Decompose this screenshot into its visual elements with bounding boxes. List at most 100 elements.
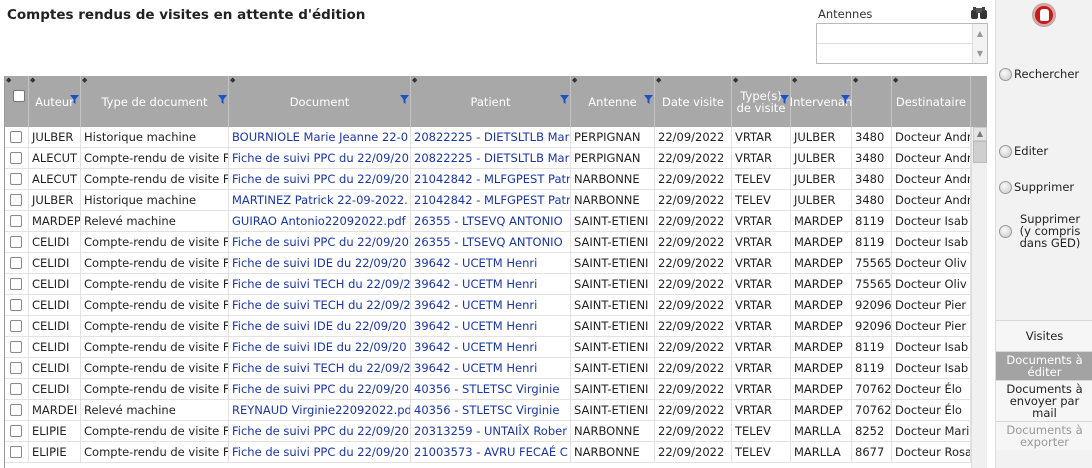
cell-document[interactable]: MARTINEZ Patrick 22-09-2022. (229, 190, 411, 211)
cell-document[interactable]: BOURNIOLE Marie Jeanne 22-0 (229, 127, 411, 148)
column-header-auteur[interactable]: Auteur ◆ (29, 76, 81, 127)
stop-icon[interactable] (1033, 4, 1055, 26)
sort-icon[interactable]: ◆ (893, 77, 898, 84)
table-row[interactable]: ELIPIE Compte-rendu de visite F Fiche de s… (5, 442, 971, 463)
column-header-destinataire[interactable]: Destinataire ◆ (892, 76, 971, 127)
filter-icon[interactable] (70, 95, 79, 104)
table-row[interactable]: MARDEI Relevé machine REYNAUD Virginie2209… (5, 400, 971, 421)
filter-icon[interactable] (218, 95, 227, 104)
row-checkbox[interactable] (10, 194, 22, 206)
nav-visites[interactable]: Visites (996, 320, 1092, 351)
cell-patient[interactable]: 26355 - LTSEVQ ANTONIO (411, 232, 571, 253)
sort-icon[interactable]: ◆ (82, 77, 87, 84)
scroll-up-icon[interactable]: ▲ (973, 127, 987, 141)
column-header-document[interactable]: Document ◆ (229, 76, 411, 127)
cell-patient[interactable]: 21042842 - MLFGPEST Patr (411, 169, 571, 190)
row-checkbox[interactable] (10, 131, 22, 143)
cell-document[interactable]: Fiche de suivi TECH du 22/09/2 (229, 358, 411, 379)
filter-icon[interactable] (841, 95, 850, 104)
cell-document[interactable]: Fiche de suivi IDE du 22/09/20 (229, 337, 411, 358)
sort-icon[interactable]: ◆ (656, 77, 661, 84)
column-header-antenne[interactable]: Antenne ◆ (571, 76, 655, 127)
table-row[interactable]: CELIDI Compte-rendu de visite F Fiche de s… (5, 316, 971, 337)
table-row[interactable]: JULBER Historique machine MARTINEZ Patrick… (5, 190, 971, 211)
table-row[interactable]: CELIDI Compte-rendu de visite F Fiche de s… (5, 295, 971, 316)
table-row[interactable]: CELIDI Compte-rendu de visite F Fiche de s… (5, 274, 971, 295)
filter-icon[interactable] (560, 95, 569, 104)
row-checkbox[interactable] (10, 257, 22, 269)
sort-icon[interactable]: ◆ (853, 77, 858, 84)
scroll-down-icon[interactable]: ▼ (973, 44, 987, 64)
row-checkbox[interactable] (10, 215, 22, 227)
cell-document[interactable]: Fiche de suivi PPC du 22/09/20 (229, 379, 411, 400)
column-header-date[interactable]: Date visite ◆ (655, 76, 732, 127)
grid-scrollbar[interactable]: ▲ (971, 127, 987, 468)
row-checkbox[interactable] (10, 383, 22, 395)
editer-button[interactable]: Editer (999, 145, 1048, 158)
table-row[interactable]: CELIDI Compte-rendu de visite F Fiche de s… (5, 337, 971, 358)
antennes-item[interactable] (817, 44, 972, 64)
cell-document[interactable]: Fiche de suivi PPC du 22/09/20 (229, 169, 411, 190)
cell-patient[interactable]: 20822225 - DIETSLTLB Mar (411, 127, 571, 148)
table-row[interactable]: ALECUT Compte-rendu de visite F Fiche de s… (5, 169, 971, 190)
cell-document[interactable]: Fiche de suivi IDE du 22/09/20 (229, 253, 411, 274)
table-row[interactable]: CELIDI Compte-rendu de visite F Fiche de s… (5, 379, 971, 400)
column-header-intervenant[interactable]: Intervenan ◆ (790, 76, 852, 127)
sort-icon[interactable]: ◆ (6, 77, 11, 84)
cell-patient[interactable]: 39642 - UCETM Henri (411, 337, 571, 358)
filter-icon[interactable] (644, 95, 653, 104)
column-header-code[interactable]: ◆ (852, 76, 892, 127)
nav-docs-envoyer[interactable]: Documents à envoyer par mail (996, 380, 1092, 421)
cell-document[interactable]: Fiche de suivi PPC du 22/09/20 (229, 232, 411, 253)
table-row[interactable]: ALECUT Compte-rendu de visite F Fiche de s… (5, 148, 971, 169)
cell-patient[interactable]: 40356 - STLETSC Virginie (411, 379, 571, 400)
cell-patient[interactable]: 39642 - UCETM Henri (411, 295, 571, 316)
row-checkbox[interactable] (10, 425, 22, 437)
sort-icon[interactable]: ◆ (412, 77, 417, 84)
rechercher-button[interactable]: Rechercher (999, 68, 1079, 81)
antennes-scrollbar[interactable]: ▲ ▼ (972, 24, 987, 63)
scroll-thumb[interactable] (973, 141, 987, 163)
column-header-typev[interactable]: Type(s) de visite ◆ (732, 76, 791, 127)
table-row[interactable]: MARDEP Relevé machine GUIRAO Antonio220920… (5, 211, 971, 232)
cell-patient[interactable]: 20313259 - UNTAIÎX Rober (411, 421, 571, 442)
antennes-item[interactable] (817, 24, 972, 44)
cell-patient[interactable]: 40356 - STLETSC Virginie (411, 400, 571, 421)
table-row[interactable]: CELIDI Compte-rendu de visite F Fiche de s… (5, 358, 971, 379)
binoculars-icon[interactable] (970, 6, 988, 20)
cell-document[interactable]: Fiche de suivi TECH du 22/09/2 (229, 295, 411, 316)
antennes-list[interactable]: ▲ ▼ (816, 23, 988, 64)
column-header-patient[interactable]: Patient ◆ (411, 76, 571, 127)
filter-icon[interactable] (400, 95, 409, 104)
cell-patient[interactable]: 21042842 - MLFGPEST Patr (411, 190, 571, 211)
cell-document[interactable]: Fiche de suivi PPC du 22/09/20 (229, 442, 411, 463)
cell-patient[interactable]: 20822225 - DIETSLTLB Mar (411, 148, 571, 169)
supprimer-button[interactable]: Supprimer (999, 181, 1074, 194)
cell-patient[interactable]: 39642 - UCETM Henri (411, 274, 571, 295)
row-checkbox[interactable] (10, 404, 22, 416)
select-all-checkbox[interactable] (13, 90, 25, 102)
cell-document[interactable]: Fiche de suivi PPC du 22/09/20 (229, 148, 411, 169)
column-header-type[interactable]: Type de document ◆ (81, 76, 229, 127)
table-row[interactable]: ELIPIE Compte-rendu de visite F Fiche de s… (5, 421, 971, 442)
scroll-up-icon[interactable]: ▲ (973, 24, 987, 44)
nav-docs-editer[interactable]: Documents à éditer (996, 351, 1092, 380)
supprimer-ged-button[interactable]: Supprimer (y compris dans GED) (999, 213, 1086, 249)
sort-icon[interactable]: ◆ (792, 77, 797, 84)
row-checkbox[interactable] (10, 446, 22, 458)
filter-icon[interactable] (780, 95, 789, 104)
cell-document[interactable]: Fiche de suivi IDE du 22/09/20 (229, 316, 411, 337)
row-checkbox[interactable] (10, 173, 22, 185)
table-row[interactable]: CELIDI Compte-rendu de visite F Fiche de s… (5, 253, 971, 274)
cell-patient[interactable]: 39642 - UCETM Henri (411, 316, 571, 337)
cell-patient[interactable]: 39642 - UCETM Henri (411, 253, 571, 274)
row-checkbox[interactable] (10, 236, 22, 248)
sort-icon[interactable]: ◆ (30, 77, 35, 84)
row-checkbox[interactable] (10, 278, 22, 290)
row-checkbox[interactable] (10, 341, 22, 353)
row-checkbox[interactable] (10, 152, 22, 164)
cell-document[interactable]: GUIRAO Antonio22092022.pdf (229, 211, 411, 232)
table-row[interactable]: CELIDI Compte-rendu de visite F Fiche de s… (5, 232, 971, 253)
table-row[interactable]: JULBER Historique machine BOURNIOLE Marie … (5, 127, 971, 148)
row-checkbox[interactable] (10, 362, 22, 374)
